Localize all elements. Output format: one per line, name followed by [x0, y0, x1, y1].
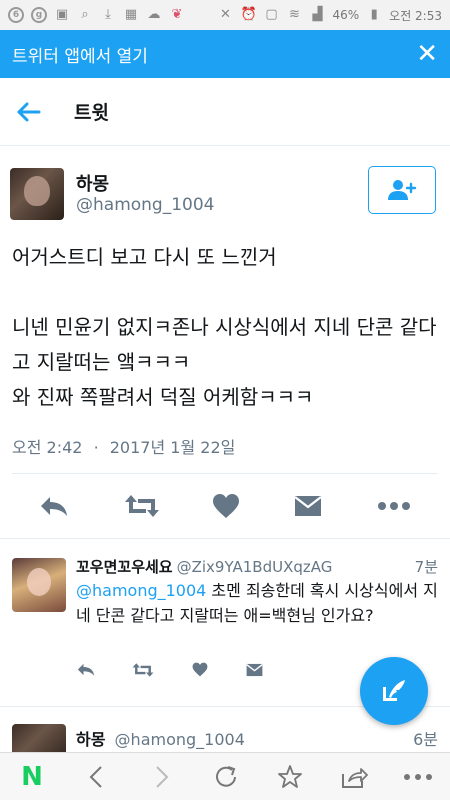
divider: [12, 473, 438, 474]
notification-app-icon: 6: [8, 7, 24, 23]
tweet-date: 2017년 1월 22일: [109, 438, 236, 457]
browser-forward-icon[interactable]: [146, 761, 178, 793]
divider: [0, 538, 450, 539]
author-name[interactable]: 하몽: [76, 170, 109, 196]
nav-bar: 트윗: [0, 78, 450, 146]
alarm-icon: ⏰: [240, 7, 257, 22]
follow-button[interactable]: [368, 166, 436, 214]
refresh-icon[interactable]: [210, 761, 242, 793]
open-in-app-banner[interactable]: 트위터 앱에서 열기 ✕: [0, 30, 450, 78]
retweet-icon[interactable]: [132, 662, 154, 682]
compose-icon: [383, 680, 405, 701]
follow-add-user-icon: [388, 180, 417, 200]
mute-icon: ✕: [220, 7, 231, 22]
like-heart-icon[interactable]: [212, 491, 240, 521]
image-icon: ▣: [55, 7, 69, 22]
wifi-icon: ≋: [289, 7, 300, 22]
direct-message-icon[interactable]: [246, 662, 263, 681]
avatar[interactable]: [12, 558, 66, 612]
page-title: 트윗: [74, 102, 109, 124]
tweet-time: 오전 2:42: [12, 438, 83, 457]
tweet-line: 니넨 민윤기 없지ㅋ존나 시상식에서 지네 단콘 같다고 지랄떠는 앸ㅋㅋㅋ: [12, 315, 437, 374]
reply-header: 꼬우면꼬우세요 @Zix9YA1BdUXqzAG: [76, 556, 440, 577]
tweet-text: 어거스트디 보고 다시 또 느낀거 니넨 민윤기 없지ㅋ존나 시상식에서 지네 …: [12, 240, 438, 415]
naver-logo-icon[interactable]: N: [16, 761, 48, 793]
hd-icon: ▢: [265, 7, 278, 22]
reply-time: 6분: [413, 730, 438, 749]
avatar[interactable]: [12, 724, 66, 752]
reply-author-name[interactable]: 하몽: [76, 730, 105, 749]
reply-mention-link[interactable]: @hamong_1004: [76, 581, 206, 600]
open-in-app-text[interactable]: 트위터 앱에서 열기: [12, 42, 148, 67]
retweet-icon[interactable]: [124, 491, 160, 521]
reply-actions: [76, 658, 376, 688]
status-bar: 6 g ▣ ⌕ ⤓ ▦ ☁ ❦ ✕ ⏰ ▢ ≋ ▟ 46% ▮ 오전 2:53: [0, 0, 450, 30]
reply-header: 하몽 @hamong_1004: [76, 726, 245, 750]
tweet-timestamp: 오전 2:42 · 2017년 1월 22일: [12, 434, 235, 458]
like-heart-icon[interactable]: [192, 662, 208, 681]
avatar[interactable]: [10, 168, 64, 220]
timestamp-separator: ·: [93, 438, 99, 457]
reply-author-handle[interactable]: @hamong_1004: [115, 730, 245, 749]
browser-back-icon[interactable]: [80, 761, 112, 793]
tweet-line: 와 진짜 쪽팔려서 덕질 어케함ㅋㅋㅋ: [12, 385, 314, 409]
browser-toolbar: N: [0, 752, 450, 800]
reply-text: @hamong_1004 초멘 죄송한데 혹시 시상식에서 지네 단콘 같다고 …: [76, 578, 438, 628]
reply-time: 7분: [414, 558, 438, 576]
reply-icon[interactable]: [38, 491, 70, 521]
battery-icon: ▮: [370, 7, 378, 22]
reply-icon[interactable]: [76, 662, 96, 681]
cloud-icon: ☁: [147, 7, 161, 22]
reply-author-handle[interactable]: @Zix9YA1BdUXqzAG: [177, 558, 333, 576]
back-arrow-icon[interactable]: [14, 97, 44, 127]
status-bar-system: ✕ ⏰ ▢ ≋ ▟ 46% ▮ 오전 2:53: [217, 7, 442, 24]
close-icon[interactable]: ✕: [416, 41, 438, 67]
reply-author-name[interactable]: 꼬우면꼬우세요: [76, 558, 173, 576]
photos-icon: ▦: [124, 7, 138, 22]
share-icon[interactable]: [338, 761, 370, 793]
battery-percent: 46%: [332, 8, 360, 22]
download-icon: ⤓: [105, 7, 111, 22]
signal-icon: ▟: [312, 7, 323, 22]
compose-button[interactable]: [360, 657, 428, 725]
tweet-line: 어거스트디 보고 다시 또 느낀거: [12, 245, 277, 269]
author-handle[interactable]: @hamong_1004: [76, 195, 214, 215]
notification-g-icon: g: [31, 7, 47, 23]
status-bar-notifications: 6 g ▣ ⌕ ⤓ ▦ ☁ ❦: [8, 7, 185, 23]
direct-message-icon[interactable]: [294, 491, 322, 521]
tweet-actions: [0, 478, 450, 538]
clock: 오전 2:53: [389, 8, 442, 23]
bookmark-star-icon[interactable]: [274, 761, 306, 793]
search-icon: ⌕: [81, 7, 89, 22]
tweet-line-blank: [12, 275, 438, 310]
browser-menu-icon[interactable]: [402, 761, 434, 793]
bird-icon: ❦: [171, 7, 183, 22]
more-icon[interactable]: [377, 491, 411, 521]
